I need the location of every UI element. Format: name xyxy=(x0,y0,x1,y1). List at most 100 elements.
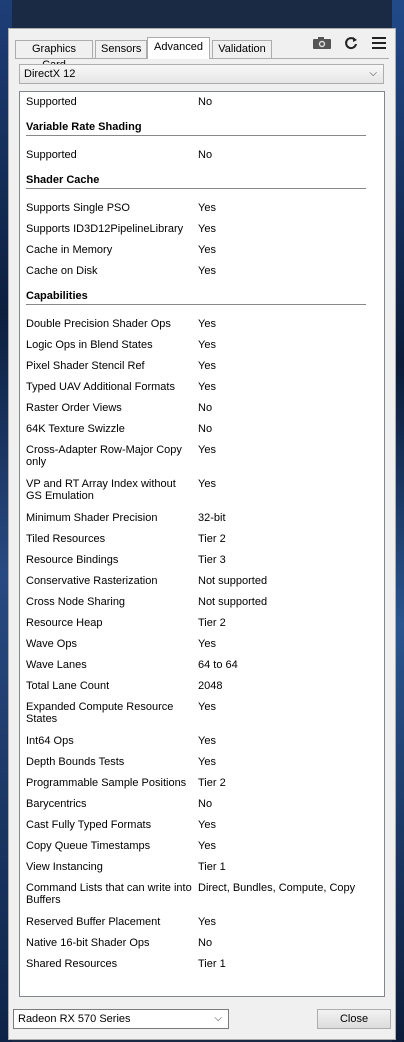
api-dropdown[interactable]: DirectX 12 ⌵ xyxy=(19,64,384,84)
toolbar xyxy=(311,35,389,53)
info-value: Yes xyxy=(198,701,216,713)
info-value: Tier 2 xyxy=(198,617,226,629)
info-value: No xyxy=(198,149,213,161)
info-value: 64 to 64 xyxy=(198,659,238,671)
info-value: Yes xyxy=(198,339,216,351)
info-label: Total Lane Count xyxy=(26,680,110,692)
info-label: Conservative Rasterization xyxy=(26,575,158,587)
info-value: Yes xyxy=(198,756,216,768)
info-row: Cross Node Sharing Not supported xyxy=(26,592,376,613)
info-row: Minimum Shader Precision 32-bit xyxy=(26,508,376,529)
info-label: 64K Texture Swizzle xyxy=(26,423,125,435)
section-header: Shader Cache xyxy=(26,166,376,198)
tab-validation[interactable]: Validation xyxy=(212,40,272,58)
info-row: Resource Bindings Tier 3 xyxy=(26,550,376,571)
info-label: Supported xyxy=(26,96,77,108)
info-row: Int64 Ops Yes xyxy=(26,731,376,752)
info-value: Tier 1 xyxy=(198,861,226,873)
info-list: Supported No Variable Rate Shading Supporte… xyxy=(26,92,376,975)
info-value: Tier 2 xyxy=(198,533,226,545)
info-label: Int64 Ops xyxy=(26,735,74,747)
info-label: Typed UAV Additional Formats xyxy=(26,381,175,393)
info-label: Reserved Buffer Placement xyxy=(26,916,161,928)
section-divider xyxy=(26,188,366,189)
chevron-down-icon: ⌵ xyxy=(369,68,377,79)
info-row: Shared Resources Tier 1 xyxy=(26,954,376,975)
info-row: Typed UAV Additional Formats Yes xyxy=(26,377,376,398)
section-divider xyxy=(26,135,366,136)
info-label: Copy Queue Timestamps xyxy=(26,840,151,852)
tab-advanced[interactable]: Advanced xyxy=(147,37,210,59)
gpu-dropdown[interactable]: Radeon RX 570 Series ⌵ xyxy=(13,1009,229,1029)
chevron-down-icon: ⌵ xyxy=(214,1013,222,1024)
info-label: Depth Bounds Tests xyxy=(26,756,125,768)
info-value: No xyxy=(198,402,213,414)
close-button[interactable]: Close xyxy=(317,1009,391,1029)
info-row: Cache on Disk Yes xyxy=(26,261,376,282)
tab-sensors[interactable]: Sensors xyxy=(95,40,147,58)
info-value: Yes xyxy=(198,638,216,650)
section-divider xyxy=(26,304,366,305)
info-value: No xyxy=(198,937,213,949)
api-dropdown-value: DirectX 12 xyxy=(24,68,76,80)
info-row: View Instancing Tier 1 xyxy=(26,857,376,878)
info-value: Tier 3 xyxy=(198,554,226,566)
info-label: Supports ID3D12PipelineLibrary xyxy=(26,223,184,235)
info-row: Wave Lanes 64 to 64 xyxy=(26,655,376,676)
refresh-icon[interactable] xyxy=(341,36,361,52)
footer: Radeon RX 570 Series ⌵ Close xyxy=(9,1005,395,1033)
info-row: Command Lists that can write into Buffer… xyxy=(26,878,376,912)
info-label: Programmable Sample Positions xyxy=(26,777,187,789)
info-value: Yes xyxy=(198,223,216,235)
info-row: Wave Ops Yes xyxy=(26,634,376,655)
info-label: Cross Node Sharing xyxy=(26,596,126,608)
info-label: Command Lists that can write into Buffer… xyxy=(26,882,192,906)
gpuz-window: Graphics Card Sensors Advanced Validatio… xyxy=(8,28,396,1040)
info-label: Tiled Resources xyxy=(26,533,106,545)
info-value: Tier 2 xyxy=(198,777,226,789)
info-row: Total Lane Count 2048 xyxy=(26,676,376,697)
info-value: Not supported xyxy=(198,596,268,608)
info-row: Supported No xyxy=(26,145,376,166)
info-row: VP and RT Array Index without GS Emulati… xyxy=(26,474,376,508)
gpu-dropdown-value: Radeon RX 570 Series xyxy=(18,1013,131,1025)
info-value: Tier 1 xyxy=(198,958,226,970)
info-label: Double Precision Shader Ops xyxy=(26,318,171,330)
info-label: Wave Lanes xyxy=(26,659,87,671)
info-label: Raster Order Views xyxy=(26,402,122,414)
info-label: Pixel Shader Stencil Ref xyxy=(26,360,145,372)
info-label: Supported xyxy=(26,149,77,161)
info-row: 64K Texture Swizzle No xyxy=(26,419,376,440)
info-value: No xyxy=(198,423,213,435)
info-row: Native 16-bit Shader Ops No xyxy=(26,933,376,954)
info-value: Yes xyxy=(198,318,216,330)
info-value: Yes xyxy=(198,265,216,277)
info-row: Conservative Rasterization Not supported xyxy=(26,571,376,592)
advanced-info-panel[interactable]: Supported No Variable Rate Shading Supporte… xyxy=(19,91,385,997)
info-row: Cast Fully Typed Formats Yes xyxy=(26,815,376,836)
hamburger-menu-icon[interactable] xyxy=(369,36,389,52)
info-row: Reserved Buffer Placement Yes xyxy=(26,912,376,933)
info-value: Not supported xyxy=(198,575,268,587)
info-label: Shared Resources xyxy=(26,958,118,970)
info-row: Copy Queue Timestamps Yes xyxy=(26,836,376,857)
info-value: Yes xyxy=(198,444,216,456)
info-label: Barycentrics xyxy=(26,798,87,810)
info-label: Minimum Shader Precision xyxy=(26,512,158,524)
info-row: Pixel Shader Stencil Ref Yes xyxy=(26,356,376,377)
info-row: Tiled Resources Tier 2 xyxy=(26,529,376,550)
info-label: Wave Ops xyxy=(26,638,77,650)
section-title: Variable Rate Shading xyxy=(26,121,142,133)
info-row: Supports ID3D12PipelineLibrary Yes xyxy=(26,219,376,240)
info-label: Logic Ops in Blend States xyxy=(26,339,153,351)
info-value: Yes xyxy=(198,360,216,372)
info-row: Cross-Adapter Row-Major Copy only Yes xyxy=(26,440,376,474)
info-label: View Instancing xyxy=(26,861,103,873)
tab-graphics-card[interactable]: Graphics Card xyxy=(15,40,93,71)
info-row: Double Precision Shader Ops Yes xyxy=(26,314,376,335)
info-value: 2048 xyxy=(198,680,223,692)
info-row: Cache in Memory Yes xyxy=(26,240,376,261)
info-row: Expanded Compute Resource States Yes xyxy=(26,697,376,731)
info-value: No xyxy=(198,798,213,810)
camera-icon[interactable] xyxy=(311,36,333,52)
